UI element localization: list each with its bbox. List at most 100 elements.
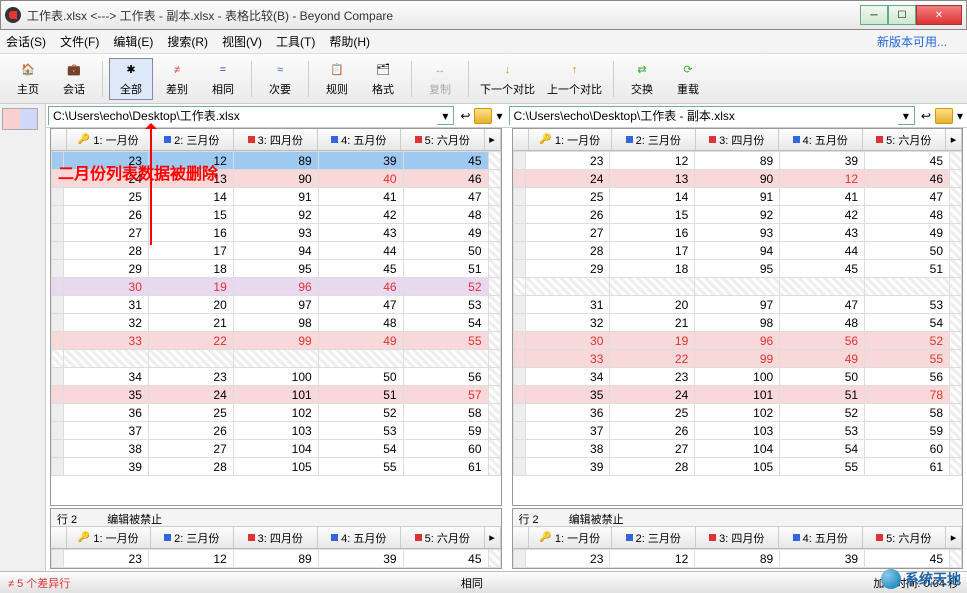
right-grid-body[interactable]: 2312893945241390124625149141472615924248… <box>513 151 963 505</box>
table-row[interactable]: 2918954551 <box>513 260 962 278</box>
close-button[interactable]: ✕ <box>916 5 962 25</box>
table-row[interactable]: 3019964652 <box>52 278 501 296</box>
left-history-icon[interactable]: ↩ <box>460 109 470 123</box>
table-row[interactable]: 3322994955 <box>513 350 962 368</box>
menu-edit[interactable]: 编辑(E) <box>113 33 153 50</box>
column-header[interactable]: 4: 五月份 <box>779 129 863 150</box>
right-path-field[interactable]: ▾ <box>509 106 915 125</box>
same-button[interactable]: =相同 <box>201 58 245 100</box>
swap-button[interactable]: ⇄交换 <box>620 58 664 100</box>
column-header[interactable]: 4: 五月份 <box>318 527 402 548</box>
view-mode-gutter <box>0 104 46 571</box>
menu-file[interactable]: 文件(F) <box>60 33 99 50</box>
column-header[interactable]: 2: 三月份 <box>151 527 235 548</box>
menu-session[interactable]: 会话(S) <box>6 33 46 50</box>
column-header[interactable]: 🔑1: 一月份 <box>529 527 613 548</box>
column-header[interactable]: 5: 六月份 <box>863 527 947 548</box>
table-row[interactable]: 2312893945 <box>52 152 501 170</box>
format-button[interactable]: 🗂格式 <box>361 58 405 100</box>
menu-tools[interactable]: 工具(T) <box>276 33 315 50</box>
left-browse-icon[interactable] <box>474 108 492 124</box>
right-path-dropdown-icon[interactable]: ▾ <box>898 109 914 123</box>
swap-icon: ⇄ <box>633 61 651 79</box>
menu-search[interactable]: 搜索(R) <box>167 33 208 50</box>
column-header[interactable]: 3: 四月份 <box>234 527 318 548</box>
table-row[interactable] <box>52 350 501 368</box>
table-row[interactable]: 2615924248 <box>513 206 962 224</box>
table-row[interactable]: 36251025258 <box>52 404 501 422</box>
copy-button[interactable]: ↔复制 <box>418 58 462 100</box>
column-header[interactable]: 2: 三月份 <box>612 527 696 548</box>
next-diff-button[interactable]: ↓下一个对比 <box>475 58 540 100</box>
table-row[interactable]: 35241015178 <box>513 386 962 404</box>
maximize-button[interactable]: ☐ <box>888 5 916 25</box>
new-version-link[interactable]: 新版本可用... <box>877 33 947 50</box>
right-path-input[interactable] <box>510 107 898 125</box>
table-row[interactable]: 2312893945 <box>52 550 501 568</box>
diff-button[interactable]: ≠差别 <box>155 58 199 100</box>
table-row[interactable]: 34231005056 <box>52 368 501 386</box>
prev-diff-button[interactable]: ↑上一个对比 <box>542 58 607 100</box>
table-row[interactable]: 3221984854 <box>513 314 962 332</box>
minor-button[interactable]: ≈次要 <box>258 58 302 100</box>
column-header[interactable]: 5: 六月份 <box>401 527 485 548</box>
column-header[interactable]: 5: 六月份 <box>401 129 485 150</box>
rules-button[interactable]: 📋规则 <box>315 58 359 100</box>
table-row[interactable]: 37261035359 <box>513 422 962 440</box>
column-header[interactable]: 2: 三月份 <box>151 129 235 150</box>
right-browse-icon[interactable] <box>935 108 953 124</box>
column-header[interactable]: 2: 三月份 <box>612 129 696 150</box>
table-row[interactable]: 2413901246 <box>513 170 962 188</box>
watermark: 系统天地 <box>881 569 961 589</box>
table-row[interactable]: 2514914147 <box>52 188 501 206</box>
column-header[interactable]: 3: 四月份 <box>696 129 780 150</box>
menu-view[interactable]: 视图(V) <box>222 33 262 50</box>
left-path-dropdown-icon[interactable]: ▾ <box>437 109 453 123</box>
asterisk-icon: ✱ <box>122 61 140 79</box>
table-row[interactable]: 2312893945 <box>513 152 962 170</box>
home-button[interactable]: 🏠主页 <box>6 58 50 100</box>
column-header[interactable]: 🔑1: 一月份 <box>529 129 613 150</box>
table-row[interactable]: 3019965652 <box>513 332 962 350</box>
column-header[interactable]: 🔑1: 一月份 <box>67 129 151 150</box>
table-row[interactable]: 38271045460 <box>52 440 501 458</box>
menu-help[interactable]: 帮助(H) <box>329 33 370 50</box>
table-row[interactable]: 35241015157 <box>52 386 501 404</box>
session-button[interactable]: 💼会话 <box>52 58 96 100</box>
column-header[interactable]: 3: 四月份 <box>696 527 780 548</box>
detail-locked-label: 编辑被禁止 <box>107 511 162 524</box>
left-path-input[interactable] <box>49 107 437 125</box>
column-header[interactable]: 4: 五月份 <box>779 527 863 548</box>
table-row[interactable]: 3221984854 <box>52 314 501 332</box>
column-header[interactable]: 4: 五月份 <box>318 129 402 150</box>
table-row[interactable] <box>513 278 962 296</box>
table-row[interactable]: 2817944450 <box>52 242 501 260</box>
table-row[interactable]: 39281055561 <box>52 458 501 476</box>
table-row[interactable]: 2716934349 <box>513 224 962 242</box>
table-row[interactable]: 38271045460 <box>513 440 962 458</box>
table-row[interactable]: 2312893945 <box>513 550 962 568</box>
left-path-field[interactable]: ▾ <box>48 106 454 125</box>
table-row[interactable]: 2716934349 <box>52 224 501 242</box>
table-row[interactable]: 36251025258 <box>513 404 962 422</box>
table-row[interactable]: 39281055561 <box>513 458 962 476</box>
column-header[interactable]: 🔑1: 一月份 <box>67 527 151 548</box>
table-row[interactable]: 2918954551 <box>52 260 501 278</box>
column-header[interactable]: 3: 四月份 <box>234 129 318 150</box>
table-row[interactable]: 2615924248 <box>52 206 501 224</box>
right-history-icon[interactable]: ↩ <box>921 109 931 123</box>
table-row[interactable]: 2514914147 <box>513 188 962 206</box>
table-row[interactable]: 2817944450 <box>513 242 962 260</box>
column-header[interactable]: 5: 六月份 <box>863 129 947 150</box>
all-button[interactable]: ✱全部 <box>109 58 153 100</box>
table-row[interactable]: 3322994955 <box>52 332 501 350</box>
reload-button[interactable]: ⟳重载 <box>666 58 710 100</box>
side-by-side-view-icon[interactable] <box>2 108 38 130</box>
left-grid-body[interactable]: 2312893945241390404625149141472615924248… <box>51 151 501 505</box>
table-row[interactable]: 3120974753 <box>513 296 962 314</box>
minimize-button[interactable]: ─ <box>860 5 888 25</box>
table-row[interactable]: 37261035359 <box>52 422 501 440</box>
table-row[interactable]: 3120974753 <box>52 296 501 314</box>
table-row[interactable]: 2413904046 <box>52 170 501 188</box>
table-row[interactable]: 34231005056 <box>513 368 962 386</box>
